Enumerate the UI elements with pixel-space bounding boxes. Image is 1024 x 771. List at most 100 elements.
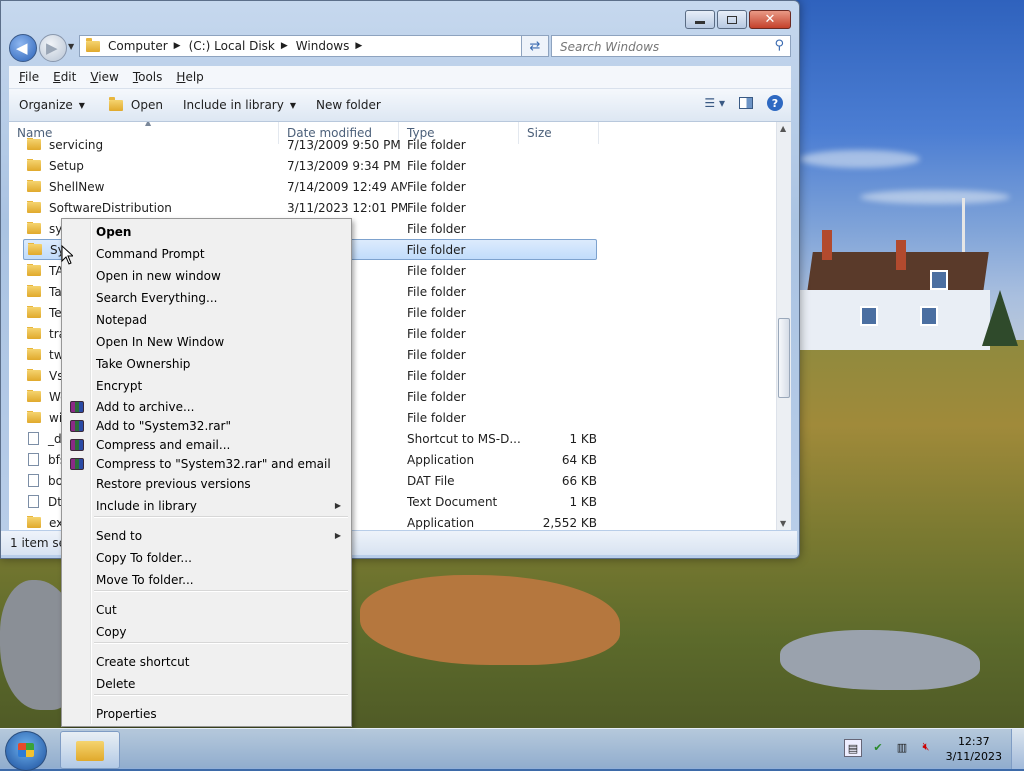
folder-icon [27, 200, 41, 213]
close-button[interactable]: ✕ [749, 10, 791, 29]
new-folder-button[interactable]: New folder [316, 98, 381, 112]
close-icon: ✕ [764, 12, 776, 27]
menu-item-add-to-archive[interactable]: Add to archive... [96, 397, 194, 417]
preview-pane-button[interactable] [739, 97, 753, 109]
submenu-arrow-icon: ▶ [334, 531, 341, 540]
pine-tree [982, 290, 1018, 346]
action-center-icon[interactable]: ▤ [844, 739, 862, 757]
menu-item-restore-previous-versions[interactable]: Restore previous versions [96, 474, 251, 494]
menu-separator [94, 590, 348, 592]
help-icon[interactable]: ? [767, 95, 783, 111]
table-row[interactable]: SoftwareDistribution 3/11/2023 12:01 PM Fi… [23, 197, 597, 218]
volume-muted-icon[interactable]: 🔇︎ [918, 739, 934, 755]
clock-time: 12:37 [957, 735, 990, 748]
organize-button[interactable]: Organize ▼ [19, 98, 85, 112]
menu-item-take-ownership[interactable]: Take Ownership [96, 354, 190, 374]
name-cell: Setup [23, 158, 287, 173]
recent-pages-dropdown[interactable]: ▼ [68, 42, 74, 51]
type-cell: File folder [407, 284, 466, 299]
breadcrumb-windows[interactable]: Windows ▶ [296, 39, 371, 53]
type-cell: Application [407, 515, 475, 530]
folder-icon [27, 326, 41, 339]
type-cell: File folder [407, 200, 466, 215]
change-view-button[interactable]: ☰ ▾ [704, 96, 725, 110]
back-arrow-icon: ◀ [16, 39, 28, 57]
refresh-button[interactable]: ⇄ [521, 35, 549, 57]
name-cell: servicing [23, 137, 287, 152]
maximize-button[interactable] [717, 10, 747, 29]
menu-item-copy[interactable]: Copy [96, 622, 126, 642]
type-cell: File folder [407, 326, 466, 341]
table-row[interactable]: servicing 7/13/2009 9:50 PM File folder [23, 134, 597, 155]
name-cell: ShellNew [23, 179, 287, 194]
taskbar: ▤ ✔ ▥ 🔇︎ 12:37 3/11/2023 [0, 728, 1024, 771]
menu-item-notepad[interactable]: Notepad [96, 310, 147, 330]
folder-icon [27, 179, 41, 192]
folder-icon [86, 37, 100, 52]
menu-item-encrypt[interactable]: Encrypt [96, 376, 142, 396]
address-bar[interactable]: Computer▶ (C:) Local Disk▶ Windows▶ ▼ [79, 35, 549, 57]
menu-separator [94, 642, 348, 644]
breadcrumb-computer[interactable]: Computer ▶ [108, 39, 189, 53]
menu-item-add-to-system32-rar[interactable]: Add to "System32.rar" [96, 416, 231, 436]
type-cell: File folder [407, 221, 466, 236]
menu-item-compress-to-system32-rar-and-email[interactable]: Compress to "System32.rar" and email [96, 454, 331, 474]
search-input[interactable] [558, 39, 762, 55]
breadcrumb-local-disk[interactable]: (C:) Local Disk ▶ [189, 39, 296, 53]
scroll-down-icon[interactable]: ▼ [780, 519, 786, 528]
vertical-scrollbar[interactable]: ▲ ▼ [776, 122, 791, 530]
refresh-icon: ⇄ [529, 38, 541, 54]
system-tray: ▤ ✔ ▥ 🔇︎ [844, 739, 934, 757]
menu-tools[interactable]: Tools [133, 70, 163, 84]
menu-file[interactable]: File [19, 70, 39, 84]
type-cell: File folder [407, 368, 466, 383]
menu-edit[interactable]: Edit [53, 70, 76, 84]
open-button[interactable]: Open [105, 96, 163, 112]
menu-item-cut[interactable]: Cut [96, 600, 117, 620]
submenu-arrow-icon: ▶ [334, 501, 341, 510]
network-icon[interactable]: ▥ [894, 739, 910, 755]
menu-view[interactable]: View [90, 70, 118, 84]
search-box[interactable]: ⚲ [551, 35, 791, 57]
forward-button[interactable]: ▶ [39, 34, 67, 62]
search-icon[interactable]: ⚲ [774, 38, 784, 53]
clock[interactable]: 12:37 3/11/2023 [946, 734, 1002, 764]
table-row[interactable]: ShellNew 7/14/2009 12:49 AM File folder [23, 176, 597, 197]
open-folder-icon [108, 96, 123, 111]
menu-item-copy-to-folder[interactable]: Copy To folder... [96, 548, 192, 568]
menu-item-properties[interactable]: Properties [96, 704, 157, 724]
type-cell: Application [407, 452, 475, 467]
menu-item-include-in-library[interactable]: Include in library [96, 496, 197, 516]
menu-help[interactable]: Help [176, 70, 203, 84]
menu-item-send-to[interactable]: Send to [96, 526, 142, 546]
back-button[interactable]: ◀ [9, 34, 37, 62]
type-cell: Shortcut to MS-D... [407, 431, 521, 446]
menu-bar: File Edit View Tools Help [9, 66, 791, 89]
menu-item-move-to-folder[interactable]: Move To folder... [96, 570, 194, 590]
menu-item-command-prompt[interactable]: Command Prompt [96, 244, 205, 264]
menu-item-open[interactable]: Open [96, 222, 131, 242]
file-icon [28, 453, 39, 466]
winrar-icon [70, 420, 84, 432]
menu-item-compress-and-email[interactable]: Compress and email... [96, 435, 230, 455]
menu-item-open-in-new-window[interactable]: Open in new window [96, 266, 221, 286]
file-icon [28, 432, 39, 445]
scroll-thumb[interactable] [778, 318, 790, 398]
minimize-button[interactable] [685, 10, 715, 29]
folder-icon [27, 410, 41, 423]
start-button[interactable] [5, 731, 47, 771]
scroll-up-icon[interactable]: ▲ [780, 124, 786, 133]
size-cell: 64 KB [561, 452, 597, 467]
security-shield-icon[interactable]: ✔ [870, 739, 886, 755]
menu-item-create-shortcut[interactable]: Create shortcut [96, 652, 189, 672]
include-in-library-button[interactable]: Include in library ▼ [183, 98, 296, 112]
folder-icon [27, 305, 41, 318]
menu-item-search-everything[interactable]: Search Everything... [96, 288, 217, 308]
show-desktop-button[interactable] [1011, 729, 1024, 769]
file-name: ShellNew [49, 179, 105, 194]
menu-item-open-in-new-window[interactable]: Open In New Window [96, 332, 224, 352]
taskbar-explorer-button[interactable] [60, 731, 120, 769]
table-row[interactable]: Setup 7/13/2009 9:34 PM File folder [23, 155, 597, 176]
date-cell: 7/13/2009 9:34 PM [287, 158, 401, 173]
menu-item-delete[interactable]: Delete [96, 674, 135, 694]
